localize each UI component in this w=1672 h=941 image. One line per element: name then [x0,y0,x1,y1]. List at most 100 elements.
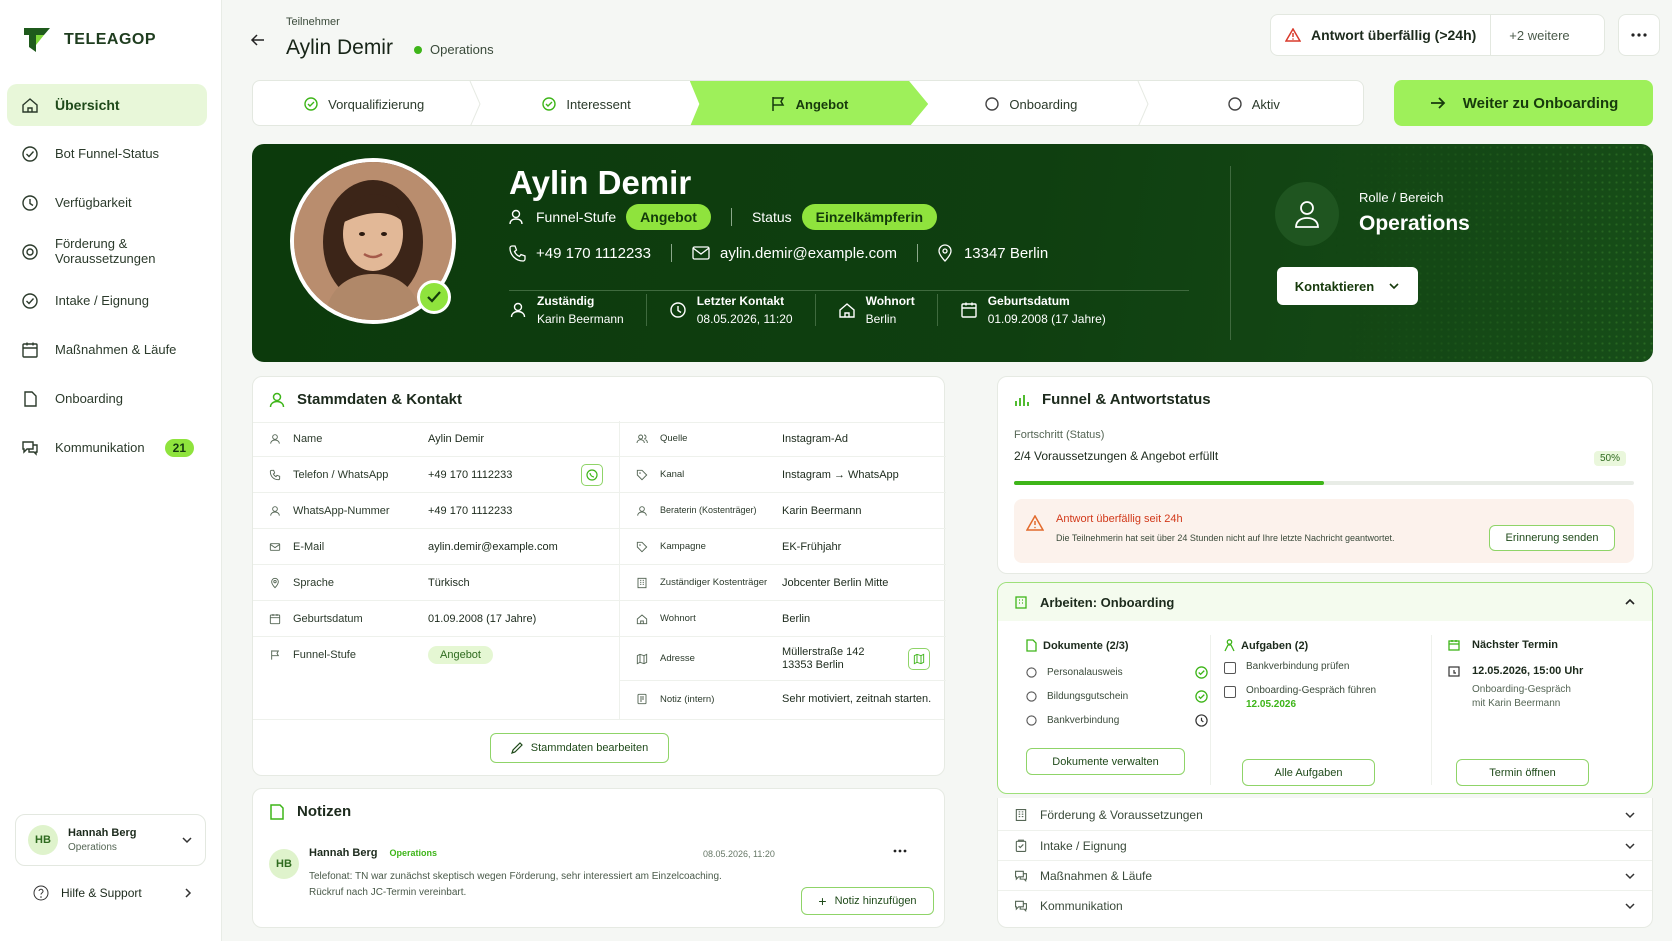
alert-overdue[interactable]: Antwort überfällig (>24h) [1271,15,1492,55]
users-icon [509,209,523,225]
step-3[interactable]: Angebot [689,81,929,125]
document-item[interactable]: Bildungsgutschein [1026,684,1208,708]
row-label: Kampagne [660,541,706,552]
open-appointment-button[interactable]: Termin öffnen [1456,759,1589,786]
edit-label: Stammdaten bearbeiten [530,742,649,754]
note-more-button[interactable] [893,849,907,853]
hero-status-row: Funnel-Stufe Angebot Status Einzelkämpfe… [509,204,938,230]
role-avatar [1275,182,1339,246]
accordion-item-1[interactable]: Förderung & Voraussetzungen [998,800,1652,830]
divider [670,244,672,262]
logo-icon [24,28,50,52]
sidebar-item-2[interactable]: Bot Funnel-Status [7,133,207,175]
address-line1: Müllerstraße 142 [782,645,865,658]
hero-phone[interactable]: +49 170 1112233 [536,245,651,262]
task-item[interactable]: Bankverbindung prüfen [1224,660,1424,684]
document-item[interactable]: Bankverbindung [1026,708,1208,732]
step-2[interactable]: Interessent [475,81,697,125]
sidebar-item-8[interactable]: Kommunikation 21 [7,427,207,469]
row-key: Wohnort [620,613,782,625]
row-label: Funnel-Stufe [293,649,356,661]
data-row: Zuständiger Kostenträger Jobcenter Berlin… [620,565,946,601]
chevron-down-icon [1625,902,1635,909]
help-icon [33,885,49,901]
user-menu[interactable]: HB Hannah Berg Operations [15,814,206,866]
user-icon [270,505,280,516]
check-circle-icon [22,146,38,162]
sidebar-item-5[interactable]: Intake / Eignung [7,280,207,322]
row-label: Notiz (intern) [660,693,715,705]
documents-list: Personalausweis Bildungsgutschein Bankverb… [1026,660,1208,732]
data-row: WhatsApp-Nummer +49 170 1112233 [253,493,619,529]
edit-master-data-button[interactable]: Stammdaten bearbeiten [490,733,669,763]
step-5[interactable]: Aktiv [1143,81,1363,125]
hero-email[interactable]: aylin.demir@example.com [720,245,897,262]
note-text-line1: Telefonat: TN war zunächst skeptisch weg… [309,871,722,882]
chevron-down-icon [1625,872,1635,879]
pin-icon [271,577,279,588]
onboarding-work-header[interactable]: Arbeiten: Onboarding [998,583,1652,621]
notes-title: Notizen [297,803,352,820]
funnel-header: Funnel & Antwortstatus [998,377,1652,422]
hero-meta-1: Zuständig Karin Beermann [509,294,647,326]
row-label: Name [293,432,323,445]
nav-icon [20,340,40,360]
step-1[interactable]: Vorqualifizierung [253,81,475,125]
meta-label: Letzter Kontakt [696,294,785,308]
chat-icon [22,441,38,456]
documents-title: Dokumente (2/3) [1043,639,1129,652]
back-button[interactable] [250,32,266,48]
row-value: EK-Frühjahr [782,540,842,553]
brand-logo[interactable]: TELEAGOP [22,26,156,54]
row-key: Name [253,433,428,445]
add-note-button[interactable]: + Notiz hinzufügen [801,887,934,915]
all-tasks-button[interactable]: Alle Aufgaben [1242,759,1375,786]
note-author-avatar: HB [269,849,299,879]
meta-value: Berlin [865,312,897,326]
nav-icon [20,438,40,458]
accordion-item-2[interactable]: Intake / Eignung [998,830,1652,860]
sidebar-item-6[interactable]: Maßnahmen & Läufe [7,329,207,371]
send-reminder-button[interactable]: Erinnerung senden [1489,525,1615,551]
sidebar-item-3[interactable]: Verfügbarkeit [7,182,207,224]
row-label: E-Mail [293,540,325,553]
row-value: Instagram-Ad [782,432,849,445]
clock-icon [670,302,686,318]
whatsapp-button[interactable] [581,463,603,486]
person-icon [1224,639,1235,652]
sidebar-item-7[interactable]: Onboarding [7,378,207,420]
phone-icon [269,469,281,480]
document-label: Bildungsgutschein [1047,690,1129,702]
calendar-icon [961,302,977,318]
more-alerts-link[interactable]: +2 weitere [1491,28,1587,43]
help-support-link[interactable]: Hilfe & Support [33,885,193,901]
accordion-item-4[interactable]: Kommunikation [998,890,1652,920]
row-value: Sehr motiviert, zeitnah starten. [782,693,932,705]
document-item[interactable]: Personalausweis [1026,660,1208,684]
next-onboarding-button[interactable]: Weiter zu Onboarding [1394,80,1653,126]
users-icon [636,434,648,443]
map-button[interactable] [908,647,930,670]
more-options-button[interactable] [1618,14,1660,56]
note-text: Telefonat: TN war zunächst skeptisch weg… [309,869,722,901]
sidebar-item-1[interactable]: Übersicht [7,84,207,126]
row-key: Geburtsdatum [253,613,428,625]
manage-documents-button[interactable]: Dokumente verwalten [1026,748,1185,775]
overdue-warning: Antwort überfällig seit 24h Die Teilnehm… [1014,499,1634,563]
doc-status-icon [1026,714,1037,726]
nav-icon [20,242,40,262]
sidebar-item-4[interactable]: Förderung & Voraussetzungen [7,231,207,273]
task-checkbox[interactable] [1224,686,1236,698]
check-circle-icon [542,97,557,111]
user-role: Operations [68,842,117,853]
calendar-icon [22,342,38,358]
task-checkbox[interactable] [1224,662,1236,674]
step-4[interactable]: Onboarding [920,81,1142,125]
accordion-item-3[interactable]: Maßnahmen & Läufe [998,860,1652,890]
contact-dropdown-button[interactable]: Kontaktieren [1277,267,1418,305]
divider [509,290,1189,291]
building-icon [637,577,647,588]
appointment-desc: Onboarding-Gespräch mit Karin Beermann [1448,683,1638,711]
task-item[interactable]: Onboarding-Gespräch führen 12.05.2026 [1224,684,1424,718]
alert-pill[interactable]: Antwort überfällig (>24h) +2 weitere [1270,14,1605,56]
